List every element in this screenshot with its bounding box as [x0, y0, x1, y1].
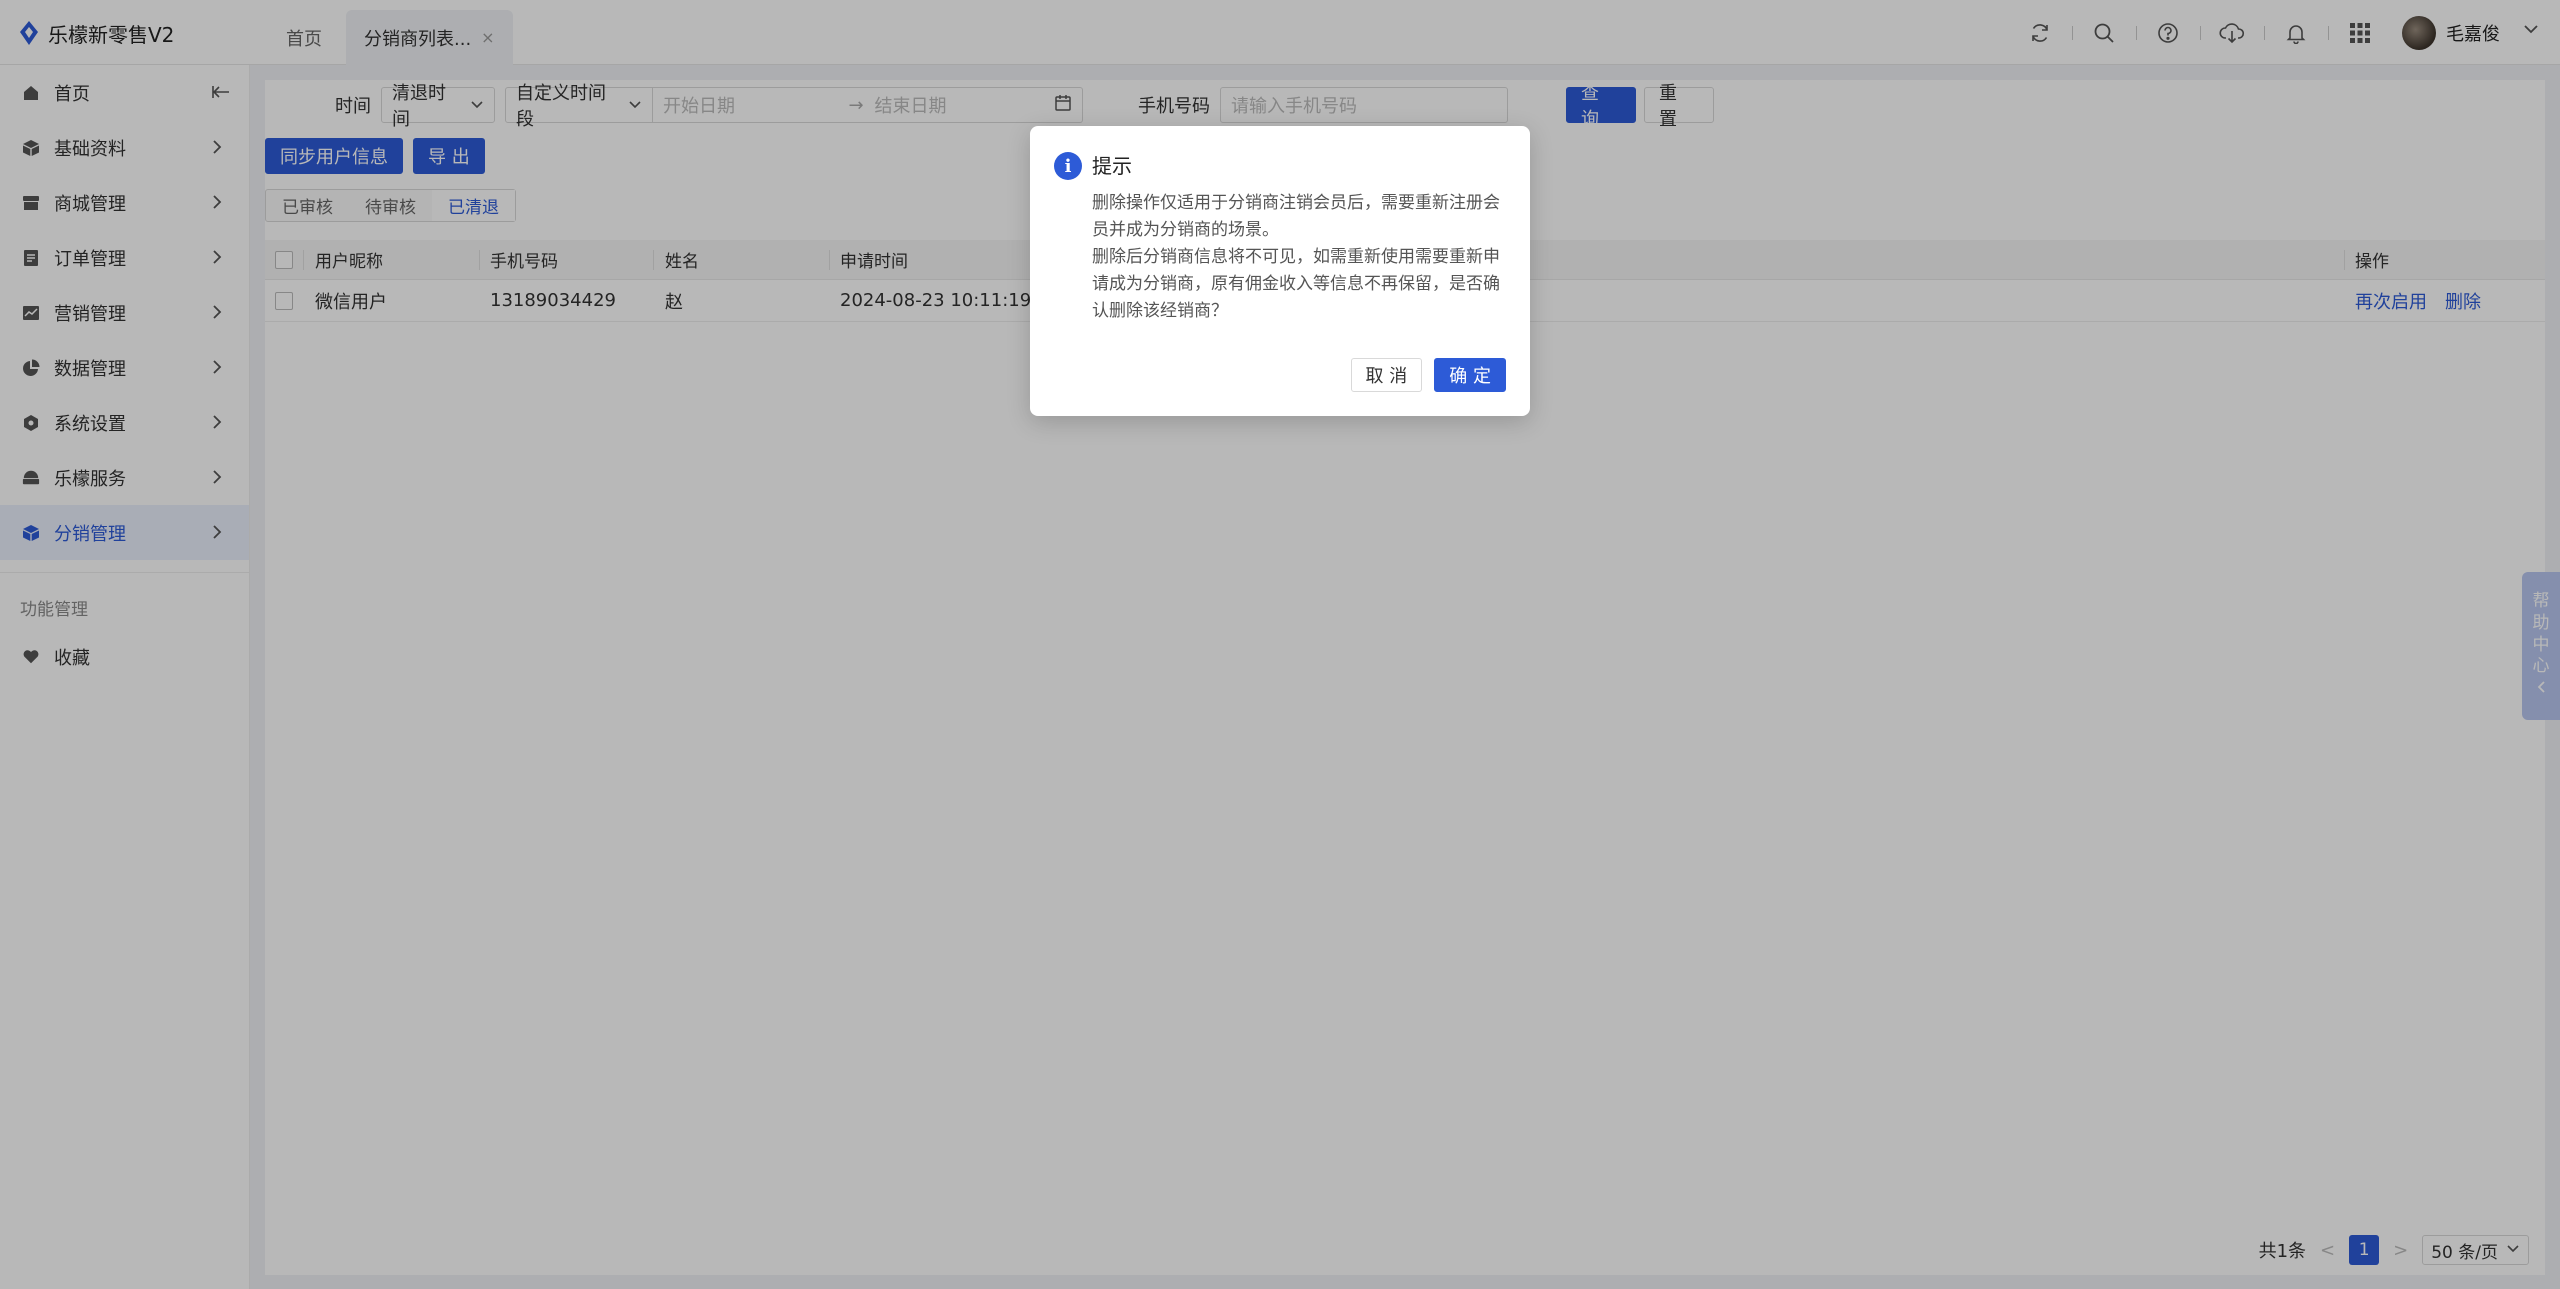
info-icon: i	[1054, 152, 1082, 180]
confirm-button[interactable]: 确 定	[1434, 358, 1506, 392]
dialog-title: 提示	[1092, 154, 1132, 178]
confirm-dialog: i 提示 删除操作仅适用于分销商注销会员后，需要重新注册会员并成为分销商的场景。…	[1030, 126, 1530, 416]
cancel-button[interactable]: 取 消	[1350, 358, 1423, 392]
dialog-message-1: 删除操作仅适用于分销商注销会员后，需要重新注册会员并成为分销商的场景。	[1092, 193, 1500, 240]
dialog-footer: 取 消 确 定	[1350, 358, 1506, 392]
dialog-body: 删除操作仅适用于分销商注销会员后，需要重新注册会员并成为分销商的场景。 删除后分…	[1092, 190, 1506, 325]
dialog-message-2: 删除后分销商信息将不可见，如需重新使用需要重新申请成为分销商，原有佣金收入等信息…	[1092, 247, 1500, 321]
